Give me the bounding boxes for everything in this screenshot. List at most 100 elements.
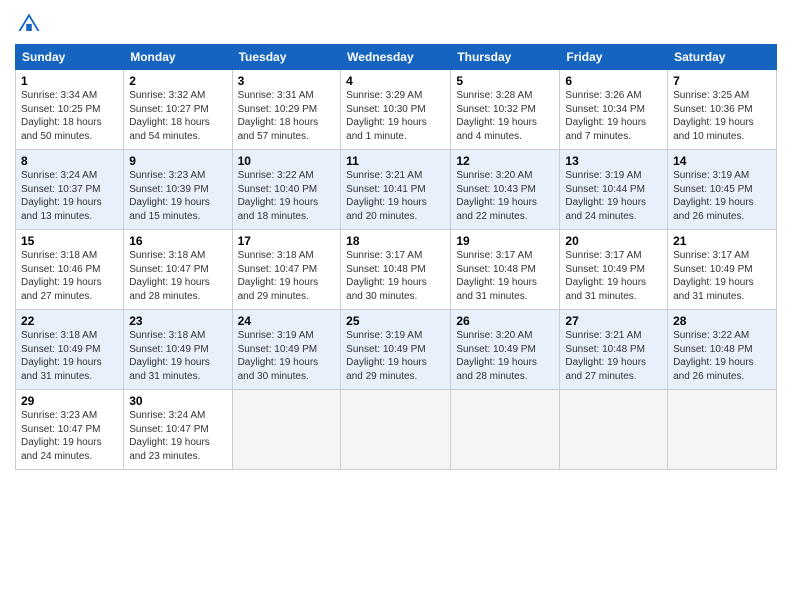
day-info: Sunrise: 3:20 AM Sunset: 10:49 PM Daylig…: [456, 329, 554, 383]
logo: [15, 10, 47, 38]
day-number: 30: [129, 394, 226, 408]
calendar-cell: 25Sunrise: 3:19 AM Sunset: 10:49 PM Dayl…: [341, 310, 451, 390]
calendar-cell: 1Sunrise: 3:34 AM Sunset: 10:25 PM Dayli…: [16, 70, 124, 150]
day-info: Sunrise: 3:17 AM Sunset: 10:48 PM Daylig…: [456, 249, 554, 303]
calendar-table: SundayMondayTuesdayWednesdayThursdayFrid…: [15, 44, 777, 470]
calendar-cell: 28Sunrise: 3:22 AM Sunset: 10:48 PM Dayl…: [668, 310, 777, 390]
day-number: 4: [346, 74, 445, 88]
day-number: 10: [238, 154, 336, 168]
day-info: Sunrise: 3:19 AM Sunset: 10:49 PM Daylig…: [238, 329, 336, 383]
calendar-cell: 22Sunrise: 3:18 AM Sunset: 10:49 PM Dayl…: [16, 310, 124, 390]
day-info: Sunrise: 3:25 AM Sunset: 10:36 PM Daylig…: [673, 89, 771, 143]
day-number: 21: [673, 234, 771, 248]
day-number: 17: [238, 234, 336, 248]
day-number: 8: [21, 154, 118, 168]
day-info: Sunrise: 3:20 AM Sunset: 10:43 PM Daylig…: [456, 169, 554, 223]
day-number: 16: [129, 234, 226, 248]
calendar-cell: 30Sunrise: 3:24 AM Sunset: 10:47 PM Dayl…: [124, 390, 232, 470]
calendar-cell: 15Sunrise: 3:18 AM Sunset: 10:46 PM Dayl…: [16, 230, 124, 310]
day-number: 28: [673, 314, 771, 328]
day-number: 13: [565, 154, 662, 168]
day-number: 26: [456, 314, 554, 328]
day-info: Sunrise: 3:21 AM Sunset: 10:41 PM Daylig…: [346, 169, 445, 223]
calendar-header-tuesday: Tuesday: [232, 45, 341, 70]
day-info: Sunrise: 3:18 AM Sunset: 10:47 PM Daylig…: [129, 249, 226, 303]
calendar-cell: 3Sunrise: 3:31 AM Sunset: 10:29 PM Dayli…: [232, 70, 341, 150]
day-info: Sunrise: 3:22 AM Sunset: 10:48 PM Daylig…: [673, 329, 771, 383]
day-number: 2: [129, 74, 226, 88]
calendar-cell: 17Sunrise: 3:18 AM Sunset: 10:47 PM Dayl…: [232, 230, 341, 310]
day-number: 27: [565, 314, 662, 328]
calendar-week-row: 1Sunrise: 3:34 AM Sunset: 10:25 PM Dayli…: [16, 70, 777, 150]
day-info: Sunrise: 3:24 AM Sunset: 10:37 PM Daylig…: [21, 169, 118, 223]
day-number: 7: [673, 74, 771, 88]
day-info: Sunrise: 3:19 AM Sunset: 10:45 PM Daylig…: [673, 169, 771, 223]
calendar-week-row: 22Sunrise: 3:18 AM Sunset: 10:49 PM Dayl…: [16, 310, 777, 390]
calendar-cell: 16Sunrise: 3:18 AM Sunset: 10:47 PM Dayl…: [124, 230, 232, 310]
calendar-cell: 27Sunrise: 3:21 AM Sunset: 10:48 PM Dayl…: [560, 310, 668, 390]
day-number: 23: [129, 314, 226, 328]
calendar-cell: 10Sunrise: 3:22 AM Sunset: 10:40 PM Dayl…: [232, 150, 341, 230]
calendar-week-row: 29Sunrise: 3:23 AM Sunset: 10:47 PM Dayl…: [16, 390, 777, 470]
day-info: Sunrise: 3:22 AM Sunset: 10:40 PM Daylig…: [238, 169, 336, 223]
day-info: Sunrise: 3:19 AM Sunset: 10:49 PM Daylig…: [346, 329, 445, 383]
day-number: 29: [21, 394, 118, 408]
day-number: 18: [346, 234, 445, 248]
calendar-cell: 20Sunrise: 3:17 AM Sunset: 10:49 PM Dayl…: [560, 230, 668, 310]
day-info: Sunrise: 3:18 AM Sunset: 10:46 PM Daylig…: [21, 249, 118, 303]
calendar-header-friday: Friday: [560, 45, 668, 70]
calendar-week-row: 8Sunrise: 3:24 AM Sunset: 10:37 PM Dayli…: [16, 150, 777, 230]
calendar-cell: 29Sunrise: 3:23 AM Sunset: 10:47 PM Dayl…: [16, 390, 124, 470]
day-number: 5: [456, 74, 554, 88]
calendar-cell: 6Sunrise: 3:26 AM Sunset: 10:34 PM Dayli…: [560, 70, 668, 150]
day-info: Sunrise: 3:18 AM Sunset: 10:49 PM Daylig…: [21, 329, 118, 383]
header: [15, 10, 777, 38]
day-info: Sunrise: 3:17 AM Sunset: 10:49 PM Daylig…: [673, 249, 771, 303]
day-info: Sunrise: 3:24 AM Sunset: 10:47 PM Daylig…: [129, 409, 226, 463]
day-number: 22: [21, 314, 118, 328]
day-number: 19: [456, 234, 554, 248]
calendar-cell: 14Sunrise: 3:19 AM Sunset: 10:45 PM Dayl…: [668, 150, 777, 230]
calendar-header-saturday: Saturday: [668, 45, 777, 70]
calendar-cell: 18Sunrise: 3:17 AM Sunset: 10:48 PM Dayl…: [341, 230, 451, 310]
calendar-cell: 26Sunrise: 3:20 AM Sunset: 10:49 PM Dayl…: [451, 310, 560, 390]
day-number: 12: [456, 154, 554, 168]
calendar-header-thursday: Thursday: [451, 45, 560, 70]
day-info: Sunrise: 3:23 AM Sunset: 10:39 PM Daylig…: [129, 169, 226, 223]
day-info: Sunrise: 3:21 AM Sunset: 10:48 PM Daylig…: [565, 329, 662, 383]
calendar-cell: 7Sunrise: 3:25 AM Sunset: 10:36 PM Dayli…: [668, 70, 777, 150]
day-number: 20: [565, 234, 662, 248]
calendar-cell: 2Sunrise: 3:32 AM Sunset: 10:27 PM Dayli…: [124, 70, 232, 150]
day-info: Sunrise: 3:32 AM Sunset: 10:27 PM Daylig…: [129, 89, 226, 143]
day-info: Sunrise: 3:28 AM Sunset: 10:32 PM Daylig…: [456, 89, 554, 143]
day-info: Sunrise: 3:29 AM Sunset: 10:30 PM Daylig…: [346, 89, 445, 143]
day-number: 1: [21, 74, 118, 88]
calendar-cell: [232, 390, 341, 470]
day-number: 25: [346, 314, 445, 328]
calendar-cell: 23Sunrise: 3:18 AM Sunset: 10:49 PM Dayl…: [124, 310, 232, 390]
calendar-cell: 8Sunrise: 3:24 AM Sunset: 10:37 PM Dayli…: [16, 150, 124, 230]
calendar-cell: 5Sunrise: 3:28 AM Sunset: 10:32 PM Dayli…: [451, 70, 560, 150]
calendar-cell: 12Sunrise: 3:20 AM Sunset: 10:43 PM Dayl…: [451, 150, 560, 230]
day-info: Sunrise: 3:34 AM Sunset: 10:25 PM Daylig…: [21, 89, 118, 143]
calendar-cell: 11Sunrise: 3:21 AM Sunset: 10:41 PM Dayl…: [341, 150, 451, 230]
page: SundayMondayTuesdayWednesdayThursdayFrid…: [0, 0, 792, 612]
calendar-header-sunday: Sunday: [16, 45, 124, 70]
day-info: Sunrise: 3:17 AM Sunset: 10:49 PM Daylig…: [565, 249, 662, 303]
calendar-header-row: SundayMondayTuesdayWednesdayThursdayFrid…: [16, 45, 777, 70]
day-info: Sunrise: 3:18 AM Sunset: 10:47 PM Daylig…: [238, 249, 336, 303]
calendar-week-row: 15Sunrise: 3:18 AM Sunset: 10:46 PM Dayl…: [16, 230, 777, 310]
calendar-header-wednesday: Wednesday: [341, 45, 451, 70]
calendar-cell: [451, 390, 560, 470]
logo-icon: [15, 10, 43, 38]
day-info: Sunrise: 3:17 AM Sunset: 10:48 PM Daylig…: [346, 249, 445, 303]
day-info: Sunrise: 3:26 AM Sunset: 10:34 PM Daylig…: [565, 89, 662, 143]
calendar-cell: [668, 390, 777, 470]
day-info: Sunrise: 3:19 AM Sunset: 10:44 PM Daylig…: [565, 169, 662, 223]
day-info: Sunrise: 3:31 AM Sunset: 10:29 PM Daylig…: [238, 89, 336, 143]
day-number: 24: [238, 314, 336, 328]
calendar-body: 1Sunrise: 3:34 AM Sunset: 10:25 PM Dayli…: [16, 70, 777, 470]
day-number: 14: [673, 154, 771, 168]
calendar-cell: 19Sunrise: 3:17 AM Sunset: 10:48 PM Dayl…: [451, 230, 560, 310]
calendar-cell: [341, 390, 451, 470]
